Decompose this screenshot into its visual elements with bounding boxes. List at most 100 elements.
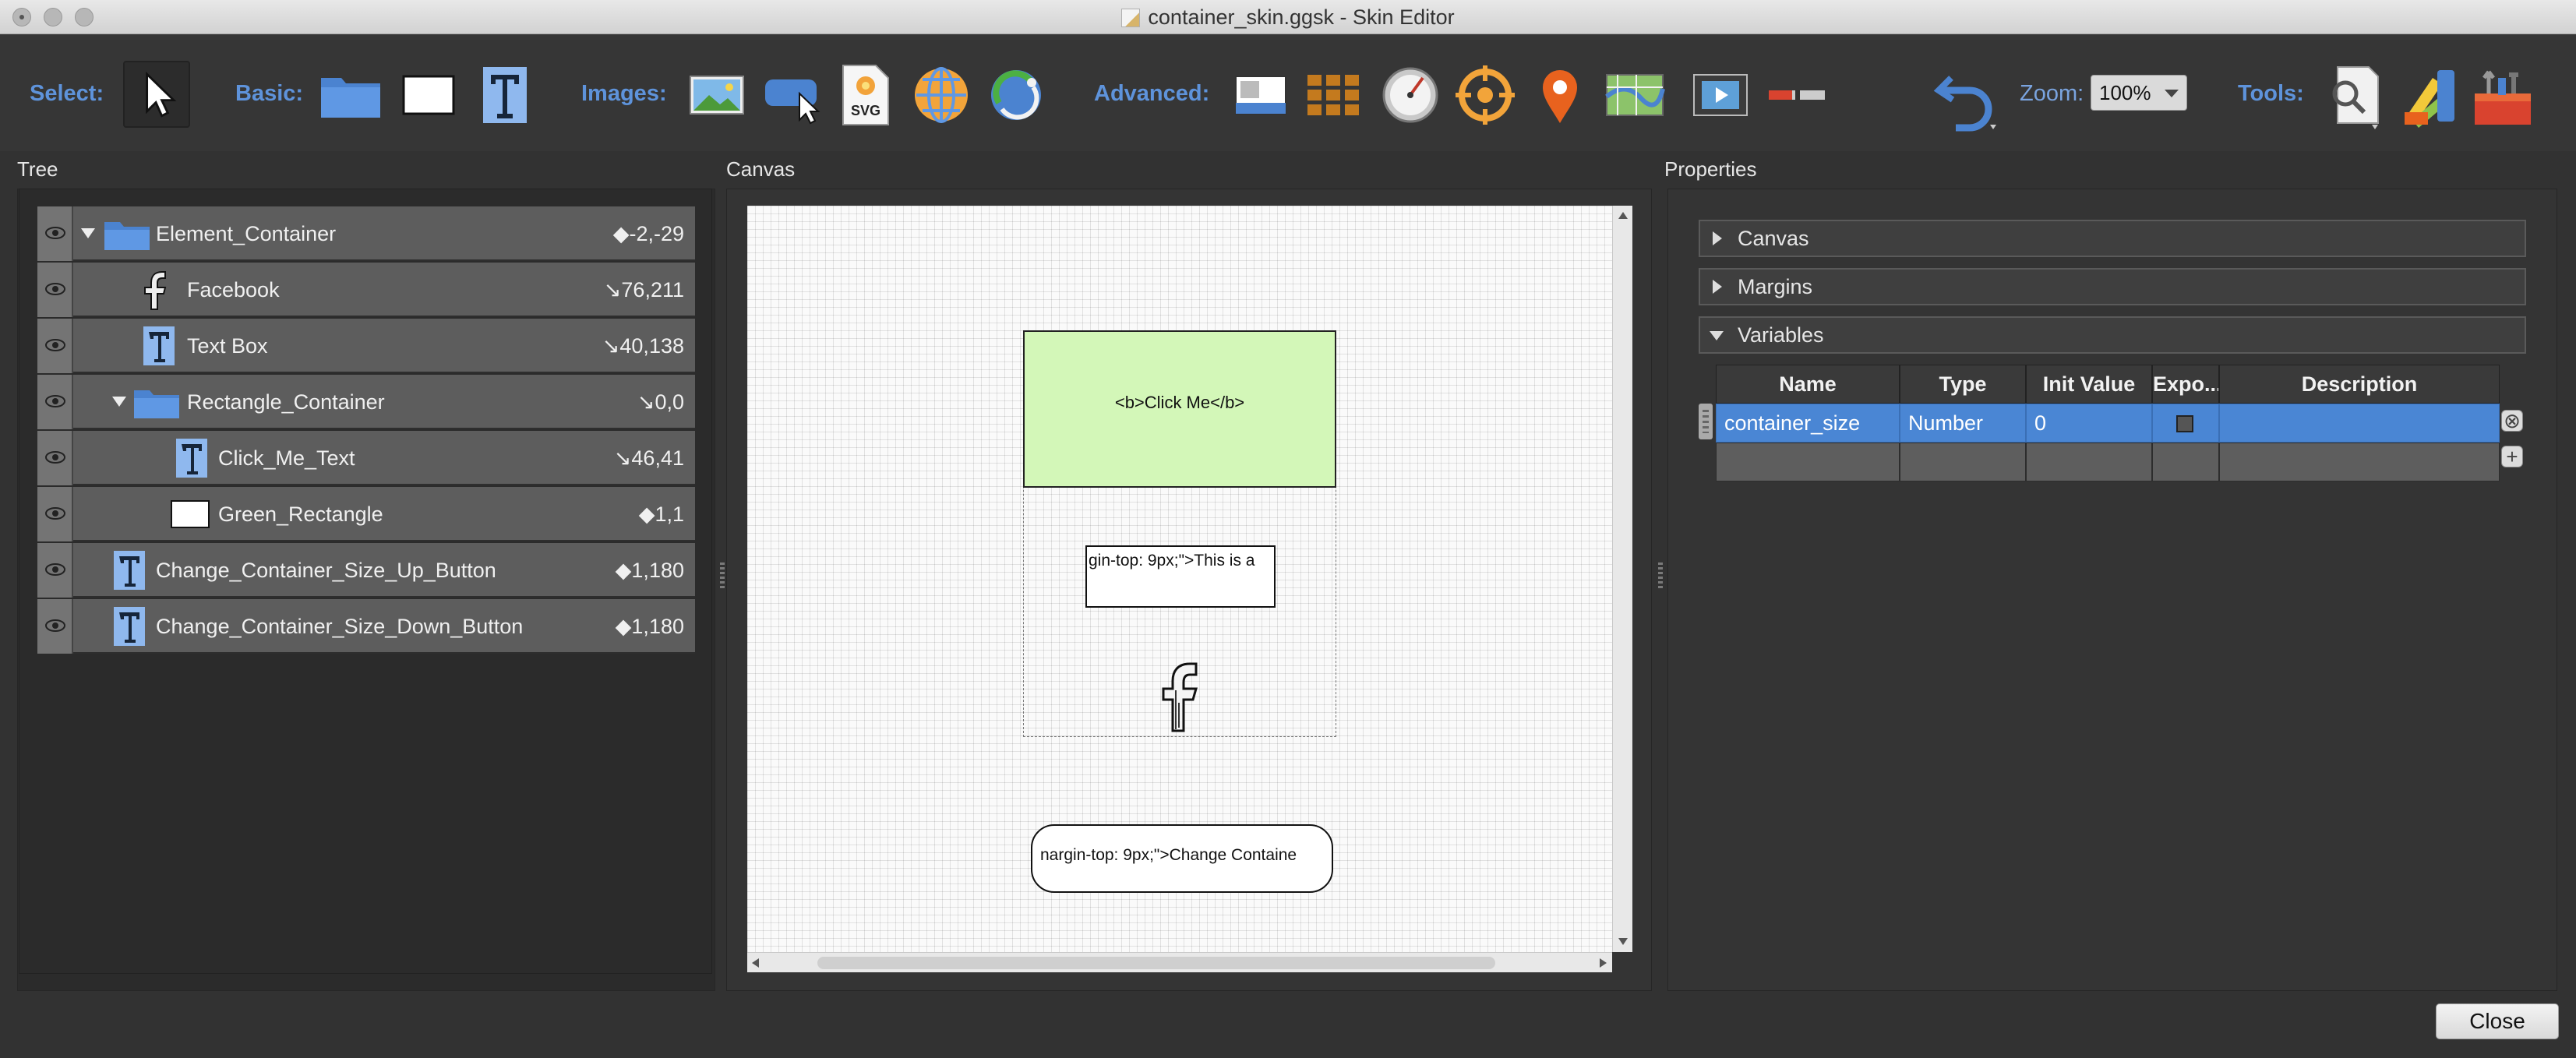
svg-tool-button[interactable]: SVG [837,62,895,128]
target-icon [1456,65,1515,125]
skin-colors-tool-button[interactable] [2397,62,2461,131]
visibility-toggle[interactable] [37,319,73,373]
exported-checkbox[interactable] [2176,415,2193,432]
tree-row-green-rectangle[interactable]: Green_Rectangle ◆1,1 [37,487,695,541]
panorama-tool-button[interactable] [909,62,974,128]
visibility-toggle[interactable] [37,263,73,317]
facebook-image[interactable] [1154,659,1207,735]
sphere-arrows-icon [991,70,1041,120]
skin-canvas[interactable]: <b>Click Me</b> gin-top: 9px;">This is a… [747,206,1612,952]
variable-description-cell[interactable] [2219,404,2500,443]
visibility-toggle[interactable] [37,599,73,654]
map-pin-tool-button[interactable] [1527,62,1593,128]
table-row[interactable]: container_size Number 0 [1716,404,2500,443]
horizontal-scroll-thumb[interactable] [817,957,1495,969]
text-icon [483,67,527,123]
zoom-label: Zoom: [2020,81,2084,106]
variable-init-value-cell[interactable]: 0 [2026,404,2152,443]
gauge-icon [1382,67,1438,123]
column-header-init-value[interactable]: Init Value [2026,365,2152,404]
section-variables[interactable]: Variables [1699,316,2526,354]
scroll-up-icon[interactable] [1618,212,1628,219]
select-tool-button[interactable] [123,61,190,128]
close-button[interactable]: Close [2436,1003,2559,1039]
grid-cells-icon [1307,75,1359,115]
canvas-vertical-scrollbar[interactable] [1612,206,1632,952]
map-tool-button[interactable] [1602,65,1667,125]
empty-cell[interactable] [1900,443,2026,481]
film-icon [1693,74,1748,116]
add-variable-button[interactable]: + [2501,446,2523,467]
tree-row-size-up-button[interactable]: Change_Container_Size_Up_Button ◆1,180 [37,543,695,598]
tree-row-label: Rectangle_Container [187,390,385,414]
progress-bar-tool-button[interactable] [1764,65,1830,125]
tree-row-label: Change_Container_Size_Down_Button [156,615,524,638]
find-tool-button[interactable] [2322,62,2386,131]
section-margins[interactable]: Margins [1699,268,2526,305]
canvas-horizontal-scrollbar[interactable] [747,952,1612,972]
empty-cell[interactable] [1716,443,1900,481]
canvas-panel-title: Canvas [726,157,796,181]
title-bar: container_skin.ggsk - Skin Editor [0,0,2576,34]
click-me-text[interactable]: <b>Click Me</b> [1025,393,1335,413]
remove-variable-button[interactable]: ⊗ [2501,410,2523,432]
visibility-toggle[interactable] [37,375,73,429]
table-tool-button[interactable] [1303,65,1365,125]
section-canvas-label: Canvas [1738,227,1809,250]
column-header-description[interactable]: Description [2219,365,2500,404]
video-tool-button[interactable] [1688,65,1753,125]
empty-cell[interactable] [2026,443,2152,481]
expand-toggle-icon[interactable] [112,397,126,407]
tree-row-facebook[interactable]: Facebook ↘76,211 [37,263,695,317]
visibility-toggle[interactable] [37,206,73,261]
scroll-left-icon[interactable] [752,958,759,968]
rectangle-tool-button[interactable] [396,65,461,125]
visibility-toggle[interactable] [37,543,73,598]
visibility-toggle[interactable] [37,487,73,541]
visibility-toggle[interactable] [37,431,73,485]
select-label: Select: [30,81,104,106]
tree-row-position: ◆-2,-29 [612,222,684,245]
empty-cell[interactable] [2152,443,2219,481]
scroll-down-icon[interactable] [1618,938,1628,945]
tree-row-size-down-button[interactable]: Change_Container_Size_Down_Button ◆1,180 [37,599,695,654]
variable-name-cell[interactable]: container_size [1716,404,1900,443]
eye-icon [45,283,65,295]
tree-row-rectangle-container[interactable]: Rectangle_Container ↘0,0 [37,375,695,429]
change-container-size-button[interactable]: nargin-top: 9px;">Change Containe [1031,824,1333,893]
cloner-tool-button[interactable] [1230,65,1292,125]
variable-type-cell[interactable]: Number [1900,404,2026,443]
tree-row-element-container[interactable]: Element_Container ◆-2,-29 [37,206,695,261]
tree-row-position: ◆1,180 [615,559,684,582]
table-row-empty[interactable] [1716,443,2500,481]
text-box-content: gin-top: 9px;">This is a [1089,552,1255,570]
section-canvas[interactable]: Canvas [1699,220,2526,257]
zoom-select[interactable]: 100% [2091,75,2187,111]
row-drag-handle[interactable] [1699,404,1713,439]
container-tool-button[interactable] [318,65,383,125]
scroll-right-icon[interactable] [1600,958,1607,968]
column-header-exported[interactable]: Expo... [2152,365,2219,404]
image-button-tool-button[interactable] [760,65,826,125]
image-tool-button[interactable] [684,65,750,125]
tree-row-text-box[interactable]: Text Box ↘40,138 [37,319,695,373]
green-rectangle[interactable]: <b>Click Me</b> [1023,330,1336,488]
variable-exported-cell[interactable] [2152,404,2219,443]
text-box[interactable]: gin-top: 9px;">This is a [1085,545,1276,608]
hotspot-tool-button[interactable] [1452,62,1518,128]
arrow-pointer-icon [146,71,177,118]
text-tool-button[interactable] [472,62,538,128]
toolbox-tool-button[interactable] [2470,62,2535,131]
column-header-name[interactable]: Name [1716,365,1900,404]
column-header-type[interactable]: Type [1900,365,2026,404]
expand-toggle-icon[interactable] [81,228,95,238]
tree-row-click-me-text[interactable]: Click_Me_Text ↘46,41 [37,431,695,485]
tree-canvas-splitter[interactable] [720,563,725,589]
empty-cell[interactable] [2219,443,2500,481]
canvas-properties-splitter[interactable] [1658,563,1663,589]
chevron-down-icon [1710,331,1724,340]
facebook-logo-icon [144,271,167,310]
undo-button[interactable] [1932,59,2003,134]
compass-tool-button[interactable] [1378,62,1443,128]
video-panorama-tool-button[interactable] [983,62,1049,128]
